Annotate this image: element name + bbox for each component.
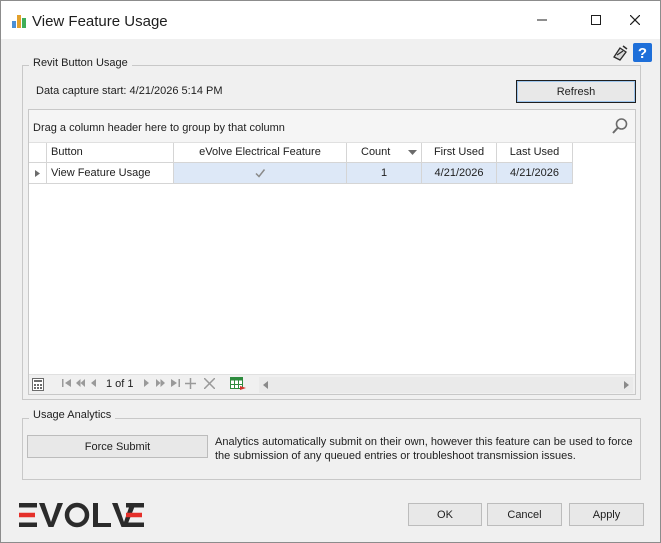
evolve-logo-e-mark [126, 503, 144, 527]
cell-count-text: 1 [380, 167, 388, 179]
previous-page-icon[interactable] [91, 379, 96, 387]
column-header-last-used[interactable]: Last Used [497, 143, 573, 163]
export-grid-icon[interactable] [230, 377, 246, 391]
evolve-logo-e-first-mark [19, 503, 37, 527]
cell-first-used-text: 4/21/2026 [434, 167, 484, 179]
apply-button-label: Apply [592, 508, 621, 521]
refresh-button-label: Refresh [556, 85, 596, 98]
window-title: View Feature Usage [32, 13, 168, 30]
page-indicator: 1 of 1 [106, 378, 134, 390]
column-header-first-used-label: First Used [433, 146, 485, 158]
minimize-button[interactable] [519, 1, 565, 39]
help-icon[interactable]: ? [633, 43, 652, 62]
previous-page-group-icon[interactable] [76, 379, 85, 387]
column-header-electrical-feature-label: eVolve Electrical Feature [199, 146, 321, 158]
calculator-icon[interactable] [32, 378, 44, 391]
row-indicator[interactable] [29, 163, 47, 184]
row-indicator-header [29, 143, 47, 163]
close-icon [630, 15, 640, 25]
next-page-icon[interactable] [144, 379, 149, 387]
last-page-icon[interactable] [171, 379, 180, 387]
svg-text:?: ? [638, 45, 647, 62]
cancel-button-label: Cancel [507, 508, 542, 521]
horizontal-scrollbar[interactable] [259, 377, 633, 393]
column-header-button[interactable]: Button [47, 143, 174, 163]
group-by-hint: Drag a column header here to group by th… [33, 122, 285, 134]
plugin-icon[interactable] [611, 44, 629, 62]
feature-usage-grid: Drag a column header here to group by th… [28, 109, 636, 395]
checkbox-checked-icon[interactable] [254, 167, 266, 179]
title-bar[interactable]: View Feature Usage [1, 1, 660, 39]
cell-last-used[interactable]: 4/21/2026 [497, 163, 573, 184]
header-icons: ? [611, 43, 653, 63]
column-header-count-label: Count [361, 146, 391, 158]
search-icon[interactable] [611, 117, 629, 135]
add-record-icon[interactable] [185, 378, 196, 389]
force-submit-label: Force Submit [84, 440, 151, 453]
delete-record-icon[interactable] [204, 378, 215, 389]
minimize-icon [537, 19, 547, 21]
data-capture-label: Data capture start: 4/21/2026 5:14 PM [36, 85, 223, 97]
sort-descending-icon [408, 150, 417, 155]
analytics-description: Analytics automatically submit on their … [215, 436, 633, 462]
column-header-count[interactable]: Count [347, 143, 422, 163]
next-page-group-icon[interactable] [156, 379, 165, 387]
column-header-first-used[interactable]: First Used [422, 143, 497, 163]
cell-electrical-feature[interactable] [174, 163, 347, 184]
row-focus-arrow-icon [35, 170, 40, 177]
close-button[interactable] [612, 1, 658, 39]
column-header-last-used-label: Last Used [509, 146, 560, 158]
force-submit-button[interactable]: Force Submit [27, 435, 208, 458]
ok-button-label: OK [437, 508, 453, 521]
column-header-button-label: Button [51, 146, 83, 158]
scroll-right-icon[interactable] [624, 381, 629, 389]
ok-button[interactable]: OK [408, 503, 482, 526]
grid-navigator: 1 of 1 [29, 374, 635, 394]
cancel-button[interactable]: Cancel [487, 503, 562, 526]
first-page-icon[interactable] [62, 379, 71, 387]
refresh-button[interactable]: Refresh [516, 80, 636, 103]
revit-button-usage-title: Revit Button Usage [29, 57, 132, 69]
cell-button-text: View Feature Usage [51, 167, 151, 179]
maximize-icon [591, 15, 601, 25]
usage-analytics-title: Usage Analytics [29, 409, 116, 421]
scroll-left-icon[interactable] [263, 381, 268, 389]
view-feature-usage-window: View Feature Usage ? Revit Button Usage … [0, 0, 661, 543]
apply-button[interactable]: Apply [569, 503, 644, 526]
group-by-panel[interactable]: Drag a column header here to group by th… [29, 110, 635, 143]
cell-last-used-text: 4/21/2026 [510, 167, 559, 179]
bar-chart-app-icon [12, 15, 26, 28]
column-header-electrical-feature[interactable]: eVolve Electrical Feature [174, 143, 347, 163]
cell-count[interactable]: 1 [347, 163, 422, 184]
cell-first-used[interactable]: 4/21/2026 [422, 163, 497, 184]
cell-button[interactable]: View Feature Usage [47, 163, 174, 184]
